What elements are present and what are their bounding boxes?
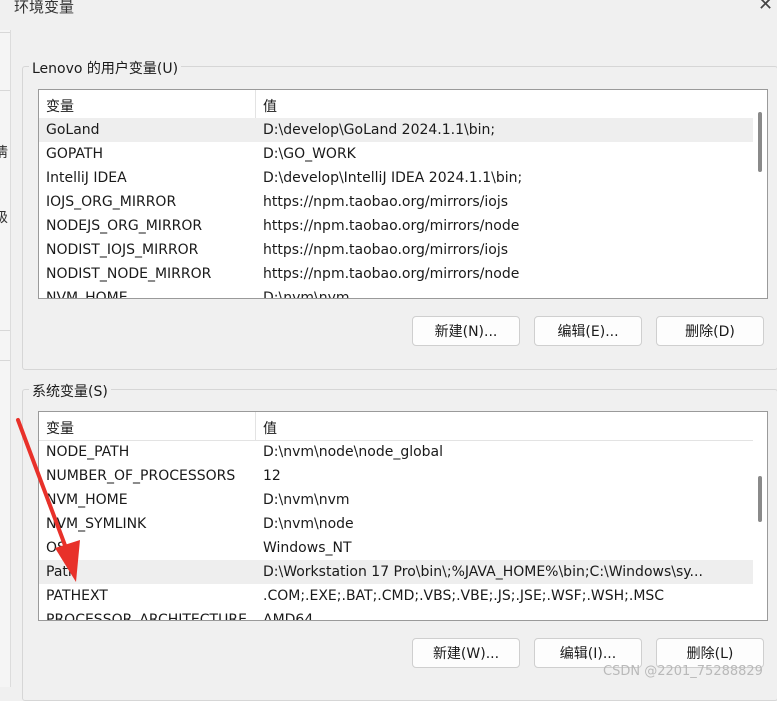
- watermark: CSDN @2201_75288829: [603, 664, 763, 679]
- arrow-shaft: [16, 418, 68, 550]
- red-arrow-annotation: [16, 418, 80, 582]
- arrow-head-icon: [55, 540, 80, 582]
